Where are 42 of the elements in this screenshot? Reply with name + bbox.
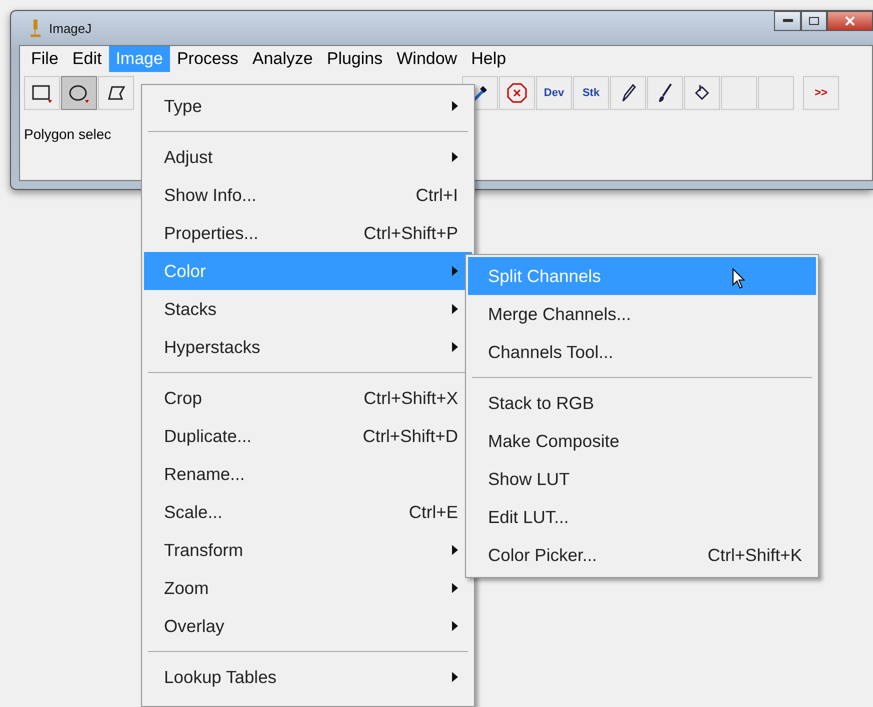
menu-bar-item[interactable]: Process — [170, 46, 246, 72]
menu-item[interactable]: Stack to RGB — [468, 384, 816, 422]
menu-item[interactable]: Lookup Tables — [144, 658, 472, 696]
menu-item[interactable]: Adjust — [144, 138, 472, 176]
tool-button[interactable] — [684, 76, 720, 110]
shortcut-label: Ctrl+Shift+P — [364, 222, 458, 244]
menu-item[interactable]: Overlay — [144, 607, 472, 645]
tool-button[interactable] — [24, 76, 60, 110]
menu-bar-item[interactable]: Window — [390, 46, 464, 72]
menu-bar-item[interactable]: Help — [464, 46, 514, 72]
shortcut-label: Ctrl+E — [408, 502, 458, 522]
menu-item[interactable]: Show Info... Ctrl+I — [144, 176, 472, 214]
mouse-cursor-icon — [732, 268, 746, 290]
tool-button[interactable]: Dev — [536, 76, 572, 110]
menu-item[interactable]: Make Composite — [468, 422, 816, 460]
more-tools-button[interactable]: >> — [803, 76, 839, 110]
stop-icon — [506, 82, 528, 104]
shortcut-label: Ctrl+Shift+X — [364, 388, 458, 408]
shortcut-label: Ctrl+Shift+D — [362, 426, 458, 446]
maximize-button[interactable] — [801, 11, 827, 31]
tool-button[interactable] — [61, 76, 97, 110]
window-title: ImageJ — [49, 20, 92, 36]
minimize-icon — [782, 19, 792, 23]
maximize-icon — [809, 17, 819, 25]
menu-bar-item[interactable]: Analyze — [245, 46, 320, 72]
tool-button[interactable] — [647, 76, 683, 110]
minimize-button[interactable] — [774, 11, 801, 31]
menu-bar-item[interactable]: File — [24, 46, 66, 72]
tool-button[interactable]: Stk — [573, 76, 609, 110]
close-button[interactable] — [827, 11, 873, 31]
menu-item[interactable]: Properties... Ctrl+Shift+P — [144, 214, 472, 252]
tool-button[interactable] — [98, 76, 134, 110]
menu-bar-item[interactable]: Edit — [65, 46, 109, 72]
menu-item[interactable]: Type — [144, 87, 472, 125]
shortcut-label: Ctrl+Shift+K — [708, 544, 802, 566]
tool-button[interactable] — [610, 76, 646, 110]
menu-item[interactable]: Show LUT — [468, 460, 816, 498]
menu-bar-item[interactable]: Plugins — [320, 46, 390, 72]
close-icon — [845, 16, 855, 26]
shortcut-label: Ctrl+I — [416, 184, 458, 206]
microscope-icon — [29, 19, 41, 37]
status-text: Polygon selec — [24, 126, 112, 142]
